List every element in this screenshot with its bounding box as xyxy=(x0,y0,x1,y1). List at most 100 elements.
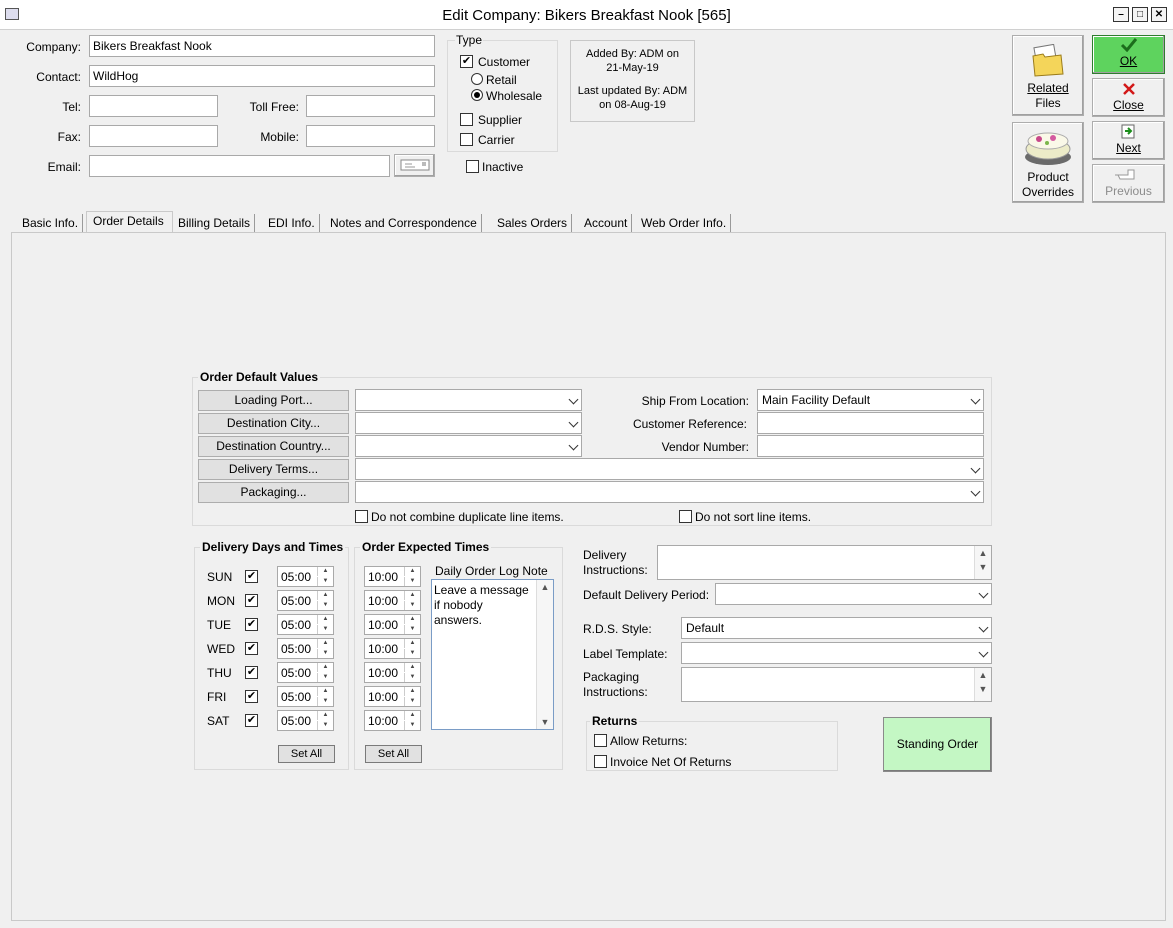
scroll-down-icon[interactable]: ▼ xyxy=(537,717,553,727)
destination-city-button[interactable]: Destination City... xyxy=(198,413,349,434)
carrier-checkbox[interactable] xyxy=(460,133,473,146)
supplier-checkbox[interactable] xyxy=(460,113,473,126)
related-files-button[interactable]: Related Files xyxy=(1012,35,1084,116)
spin-down-icon[interactable]: ▼ xyxy=(404,697,420,706)
packaging-instructions-field[interactable]: ▲ ▼ xyxy=(681,667,992,702)
contact-field[interactable]: WildHog xyxy=(89,65,435,87)
next-button[interactable]: Next xyxy=(1092,121,1165,160)
loading-port-select[interactable] xyxy=(355,389,582,411)
previous-button[interactable]: Previous xyxy=(1092,164,1165,203)
spin-up-icon[interactable]: ▲ xyxy=(404,711,420,720)
tab-edi-info[interactable]: EDI Info. xyxy=(264,214,320,233)
delivery-terms-select[interactable] xyxy=(355,458,984,480)
maximize-button[interactable]: □ xyxy=(1132,7,1148,22)
day-checkbox[interactable]: ✔ xyxy=(245,690,258,703)
spin-up-icon[interactable]: ▲ xyxy=(317,639,333,648)
email-field[interactable] xyxy=(89,155,390,177)
spin-up-icon[interactable]: ▲ xyxy=(404,687,420,696)
spin-up-icon[interactable]: ▲ xyxy=(404,639,420,648)
fax-field[interactable] xyxy=(89,125,218,147)
no-combine-checkbox[interactable] xyxy=(355,510,368,523)
destination-country-select[interactable] xyxy=(355,435,582,457)
packaging-instructions-scrollbar[interactable]: ▲ ▼ xyxy=(974,668,991,701)
spin-up-icon[interactable]: ▲ xyxy=(317,711,333,720)
spin-up-icon[interactable]: ▲ xyxy=(404,591,420,600)
invoice-net-checkbox[interactable] xyxy=(594,755,607,768)
delivery-instructions-field[interactable]: ▲ ▼ xyxy=(657,545,992,580)
spin-up-icon[interactable]: ▲ xyxy=(404,663,420,672)
customer-reference-field[interactable] xyxy=(757,412,984,434)
product-overrides-button[interactable]: Product Overrides xyxy=(1012,122,1084,203)
delivery-time-spinner[interactable]: 05:00 ▲ ▼ xyxy=(277,662,334,683)
spin-down-icon[interactable]: ▼ xyxy=(404,625,420,634)
scroll-up-icon[interactable]: ▲ xyxy=(975,668,991,682)
tab-order-details[interactable]: Order Details xyxy=(89,212,168,231)
label-template-select[interactable] xyxy=(681,642,992,664)
mobile-field[interactable] xyxy=(306,125,435,147)
spin-down-icon[interactable]: ▼ xyxy=(317,625,333,634)
expected-time-spinner[interactable]: 10:00 ▲ ▼ xyxy=(364,566,421,587)
no-sort-checkbox[interactable] xyxy=(679,510,692,523)
tab-notes-correspondence[interactable]: Notes and Correspondence xyxy=(326,214,482,233)
tab-billing-details[interactable]: Billing Details xyxy=(174,214,256,233)
spin-up-icon[interactable]: ▲ xyxy=(317,663,333,672)
company-field[interactable]: Bikers Breakfast Nook xyxy=(89,35,435,57)
spin-down-icon[interactable]: ▼ xyxy=(404,649,420,658)
delivery-time-spinner[interactable]: 05:00 ▲ ▼ xyxy=(277,686,334,707)
log-note-scrollbar[interactable]: ▲ ▼ xyxy=(536,580,553,729)
spin-up-icon[interactable]: ▲ xyxy=(404,615,420,624)
expected-time-spinner[interactable]: 10:00 ▲ ▼ xyxy=(364,662,421,683)
delivery-time-spinner[interactable]: 05:00 ▲ ▼ xyxy=(277,710,334,731)
close-button[interactable]: Close xyxy=(1092,78,1165,117)
close-window-button[interactable]: ✕ xyxy=(1151,7,1167,22)
expected-time-spinner[interactable]: 10:00 ▲ ▼ xyxy=(364,710,421,731)
day-checkbox[interactable]: ✔ xyxy=(245,570,258,583)
spin-down-icon[interactable]: ▼ xyxy=(404,577,420,586)
log-note-textarea[interactable]: Leave a message if nobody answers. ▲ ▼ xyxy=(431,579,554,730)
spin-down-icon[interactable]: ▼ xyxy=(317,673,333,682)
day-checkbox[interactable]: ✔ xyxy=(245,618,258,631)
scroll-down-icon[interactable]: ▼ xyxy=(975,560,991,574)
inactive-checkbox[interactable] xyxy=(466,160,479,173)
scroll-down-icon[interactable]: ▼ xyxy=(975,682,991,696)
destination-city-select[interactable] xyxy=(355,412,582,434)
rds-style-select[interactable]: Default xyxy=(681,617,992,639)
day-checkbox[interactable]: ✔ xyxy=(245,642,258,655)
spin-up-icon[interactable]: ▲ xyxy=(317,567,333,576)
spin-down-icon[interactable]: ▼ xyxy=(317,649,333,658)
retail-radio[interactable] xyxy=(471,73,483,85)
packaging-button[interactable]: Packaging... xyxy=(198,482,349,503)
spin-down-icon[interactable]: ▼ xyxy=(404,721,420,730)
destination-country-button[interactable]: Destination Country... xyxy=(198,436,349,457)
spin-up-icon[interactable]: ▲ xyxy=(317,687,333,696)
spin-down-icon[interactable]: ▼ xyxy=(317,697,333,706)
send-email-button[interactable] xyxy=(394,154,435,177)
tab-account[interactable]: Account xyxy=(580,214,633,233)
delivery-time-spinner[interactable]: 05:00 ▲ ▼ xyxy=(277,566,334,587)
spin-down-icon[interactable]: ▼ xyxy=(317,601,333,610)
delivery-time-spinner[interactable]: 05:00 ▲ ▼ xyxy=(277,614,334,635)
day-checkbox[interactable]: ✔ xyxy=(245,594,258,607)
expected-time-spinner[interactable]: 10:00 ▲ ▼ xyxy=(364,686,421,707)
delivery-terms-button[interactable]: Delivery Terms... xyxy=(198,459,349,480)
toll-free-field[interactable] xyxy=(306,95,435,117)
spin-up-icon[interactable]: ▲ xyxy=(404,567,420,576)
tab-sales-orders[interactable]: Sales Orders xyxy=(493,214,573,233)
scroll-up-icon[interactable]: ▲ xyxy=(537,582,553,592)
ship-from-select[interactable]: Main Facility Default xyxy=(757,389,984,411)
spin-down-icon[interactable]: ▼ xyxy=(404,673,420,682)
customer-checkbox[interactable]: ✔ xyxy=(460,55,473,68)
delivery-time-spinner[interactable]: 05:00 ▲ ▼ xyxy=(277,638,334,659)
allow-returns-checkbox[interactable] xyxy=(594,734,607,747)
spin-up-icon[interactable]: ▲ xyxy=(317,591,333,600)
delivery-time-spinner[interactable]: 05:00 ▲ ▼ xyxy=(277,590,334,611)
expected-time-spinner[interactable]: 10:00 ▲ ▼ xyxy=(364,590,421,611)
day-checkbox[interactable]: ✔ xyxy=(245,666,258,679)
spin-down-icon[interactable]: ▼ xyxy=(317,577,333,586)
spin-down-icon[interactable]: ▼ xyxy=(317,721,333,730)
spin-down-icon[interactable]: ▼ xyxy=(404,601,420,610)
delivery-period-select[interactable] xyxy=(715,583,992,605)
spin-up-icon[interactable]: ▲ xyxy=(317,615,333,624)
tab-web-order-info[interactable]: Web Order Info. xyxy=(637,214,732,233)
expected-time-spinner[interactable]: 10:00 ▲ ▼ xyxy=(364,614,421,635)
